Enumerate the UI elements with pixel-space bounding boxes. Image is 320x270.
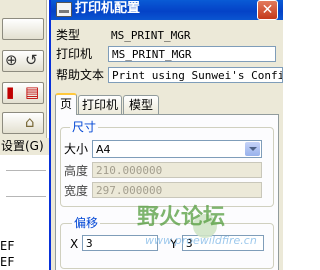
size-select[interactable]: A4 bbox=[92, 140, 262, 158]
watermark-text: 野火论坛 bbox=[137, 205, 226, 230]
size-group-legend: 尺寸 bbox=[70, 120, 99, 134]
lock-icon: ⌂ bbox=[25, 113, 35, 131]
width-label: 宽度 bbox=[64, 184, 89, 198]
help-text-label: 帮助文本 bbox=[56, 68, 105, 82]
title-bar[interactable]: 打印机配置 ✕ bbox=[51, 0, 283, 20]
dialog-title: 打印机配置 bbox=[75, 1, 141, 16]
printer-icon bbox=[56, 2, 72, 17]
toolbar-button-3[interactable]: ▮ ▤ bbox=[2, 82, 44, 104]
type-value: MS_PRINT_MGR bbox=[111, 29, 191, 42]
chevron-down-icon[interactable] bbox=[245, 142, 260, 156]
help-text-field[interactable]: Print using Sunwei's Config bbox=[108, 67, 283, 83]
background-code: EF EF bbox=[0, 238, 54, 270]
toolbar-button-2[interactable]: ⊕ ↺ bbox=[2, 50, 44, 72]
code-line: EF bbox=[0, 239, 15, 253]
tab-model[interactable]: 模型 bbox=[123, 95, 159, 114]
size-select-value: A4 bbox=[96, 143, 111, 156]
zoom-in-icon: ⊕ bbox=[5, 51, 18, 69]
tab-page[interactable]: 页 bbox=[55, 93, 77, 115]
settings-menu[interactable]: 设置(G) bbox=[0, 138, 49, 155]
code-line: EF bbox=[0, 255, 15, 269]
divider bbox=[6, 170, 46, 171]
background-toolbar: ⊕ ↺ ▮ ▤ ⌂ bbox=[0, 0, 47, 152]
width-field[interactable]: 297.000000 bbox=[92, 182, 262, 198]
toolbar-button-1[interactable] bbox=[2, 18, 44, 40]
print-icon: ▤ bbox=[25, 83, 40, 101]
undo-icon: ↺ bbox=[25, 51, 38, 69]
divider bbox=[6, 196, 46, 197]
printer-field[interactable]: MS_PRINT_MGR bbox=[108, 46, 276, 62]
tab-printer[interactable]: 打印机 bbox=[78, 95, 122, 114]
height-field[interactable]: 210.000000 bbox=[92, 162, 262, 178]
page-icon: ▮ bbox=[6, 83, 15, 101]
x-offset-label: X bbox=[70, 237, 79, 251]
toolbar-button-4[interactable]: ⌂ bbox=[2, 112, 44, 134]
watermark-url: www.proewildfire.cn bbox=[145, 234, 257, 247]
close-button[interactable]: ✕ bbox=[257, 0, 278, 20]
type-label: 类型 bbox=[56, 28, 81, 42]
size-label: 大小 bbox=[64, 142, 89, 156]
offset-group-legend: 偏移 bbox=[72, 216, 101, 230]
height-label: 高度 bbox=[64, 164, 89, 178]
printer-label: 打印机 bbox=[56, 47, 93, 61]
